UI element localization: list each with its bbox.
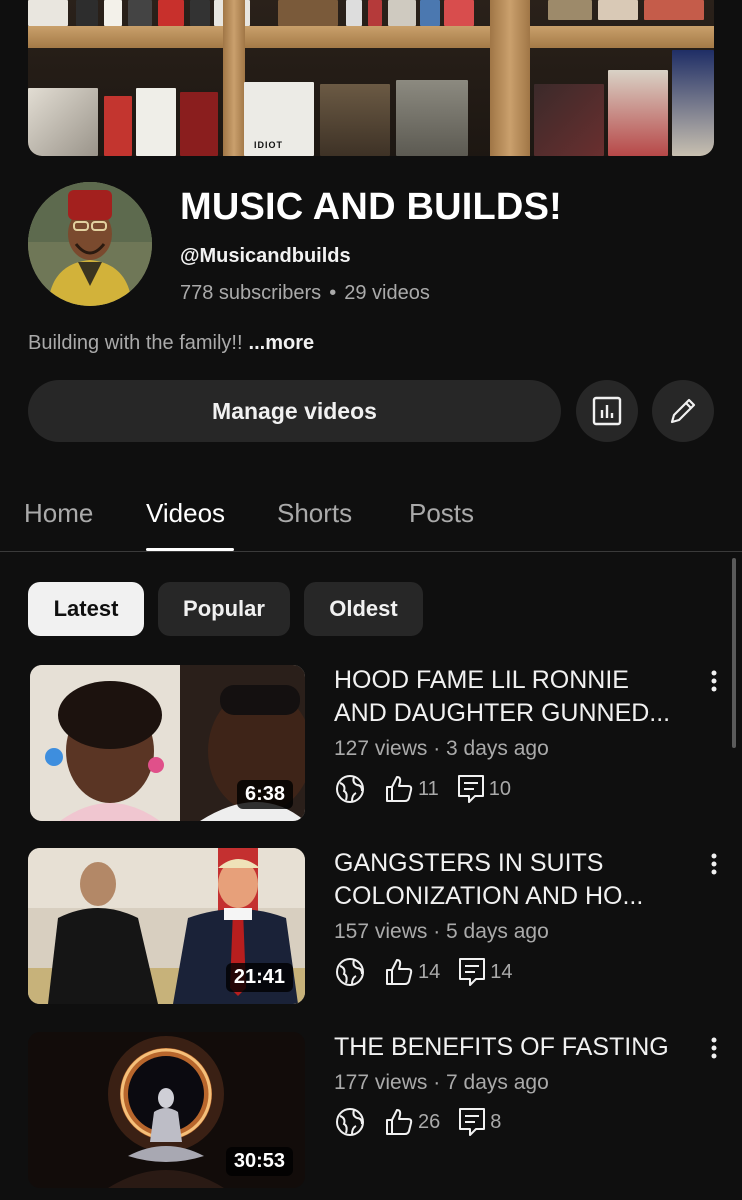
video-title[interactable]: THE BENEFITS OF FASTING bbox=[334, 1031, 704, 1064]
video-duration: 30:53 bbox=[225, 1147, 293, 1176]
video-thumbnail[interactable]: 30:53 bbox=[28, 1032, 305, 1188]
tab-videos[interactable]: Videos bbox=[146, 498, 225, 529]
thumbs-up-icon[interactable] bbox=[384, 774, 414, 804]
comment-icon[interactable] bbox=[458, 957, 486, 987]
video-meta: 127 views · 3 days ago bbox=[334, 737, 549, 760]
video-count: 29 videos bbox=[344, 282, 430, 304]
video-actions: 26 8 bbox=[334, 1105, 501, 1139]
comment-icon[interactable] bbox=[458, 1107, 486, 1137]
video-title-line1: THE BENEFITS OF FASTING bbox=[334, 1033, 669, 1061]
video-title-line1: GANGSTERS IN SUITS bbox=[334, 849, 604, 877]
channel-avatar[interactable] bbox=[28, 182, 152, 306]
video-item[interactable]: 6:38 HOOD FAME LIL RONNIE AND DAUGHTER G… bbox=[0, 664, 742, 824]
globe-icon bbox=[336, 958, 364, 986]
banner-book-title: IDIOT bbox=[254, 140, 283, 150]
video-item[interactable]: 21:41 GANGSTERS IN SUITS COLONIZATION AN… bbox=[0, 847, 742, 1007]
stats-separator: • bbox=[329, 282, 337, 304]
channel-handle: @Musicandbuilds bbox=[180, 245, 351, 267]
pencil-icon bbox=[670, 398, 696, 424]
globe-icon bbox=[336, 775, 364, 803]
more-vert-icon[interactable] bbox=[702, 847, 726, 881]
like-count: 14 bbox=[418, 960, 441, 983]
more-vert-icon[interactable] bbox=[702, 1031, 726, 1065]
manage-videos-button[interactable]: Manage videos bbox=[28, 380, 561, 442]
subscriber-count: 778 subscribers bbox=[180, 282, 322, 304]
video-actions: 11 10 bbox=[334, 772, 511, 806]
video-title-line1: HOOD FAME LIL RONNIE bbox=[334, 666, 629, 694]
video-title[interactable]: GANGSTERS IN SUITS COLONIZATION AND HO..… bbox=[334, 847, 694, 913]
video-title-line2: COLONIZATION AND HO... bbox=[334, 882, 644, 910]
video-duration: 6:38 bbox=[236, 780, 293, 809]
video-meta: 157 views · 5 days ago bbox=[334, 920, 549, 943]
analytics-button[interactable] bbox=[576, 380, 638, 442]
tab-home[interactable]: Home bbox=[24, 498, 93, 529]
comment-count: 10 bbox=[488, 777, 512, 800]
channel-banner: IDIOT bbox=[28, 0, 714, 156]
channel-description[interactable]: Building with the family!! ...more bbox=[28, 332, 314, 355]
channel-name: MUSIC AND BUILDS! bbox=[180, 186, 562, 228]
video-meta: 177 views · 7 days ago bbox=[334, 1071, 549, 1094]
comment-icon[interactable] bbox=[457, 774, 485, 804]
video-duration: 21:41 bbox=[225, 963, 293, 992]
thumbs-up-icon[interactable] bbox=[384, 1107, 414, 1137]
active-tab-indicator bbox=[146, 548, 234, 551]
edit-channel-button[interactable] bbox=[652, 380, 714, 442]
video-title-line2: AND DAUGHTER GUNNED... bbox=[334, 699, 671, 727]
like-count: 11 bbox=[418, 777, 439, 800]
video-title[interactable]: HOOD FAME LIL RONNIE AND DAUGHTER GUNNED… bbox=[334, 664, 694, 730]
filter-chip-popular[interactable]: Popular bbox=[158, 582, 290, 636]
tab-shorts[interactable]: Shorts bbox=[277, 498, 352, 529]
channel-stats: 778 subscribers • 29 videos bbox=[180, 282, 430, 305]
video-thumbnail[interactable]: 6:38 bbox=[30, 665, 305, 821]
video-actions: 14 14 bbox=[334, 955, 513, 989]
more-vert-icon[interactable] bbox=[702, 664, 726, 698]
channel-tabs: Home Videos Shorts Posts bbox=[0, 490, 742, 552]
video-item[interactable]: 30:53 THE BENEFITS OF FASTING 177 views … bbox=[0, 1031, 742, 1191]
description-text: Building with the family!! bbox=[28, 332, 243, 354]
thumbs-up-icon[interactable] bbox=[384, 957, 414, 987]
analytics-icon bbox=[592, 396, 622, 426]
comment-count: 8 bbox=[490, 1110, 502, 1133]
filter-chip-oldest[interactable]: Oldest bbox=[304, 582, 423, 636]
comment-count: 14 bbox=[490, 960, 513, 983]
like-count: 26 bbox=[418, 1110, 441, 1133]
filter-chip-latest[interactable]: Latest bbox=[28, 582, 144, 636]
video-thumbnail[interactable]: 21:41 bbox=[28, 848, 305, 1004]
globe-icon bbox=[336, 1108, 364, 1136]
avatar-portrait bbox=[28, 182, 152, 306]
description-more-link[interactable]: ...more bbox=[249, 332, 315, 354]
tab-posts[interactable]: Posts bbox=[409, 498, 474, 529]
